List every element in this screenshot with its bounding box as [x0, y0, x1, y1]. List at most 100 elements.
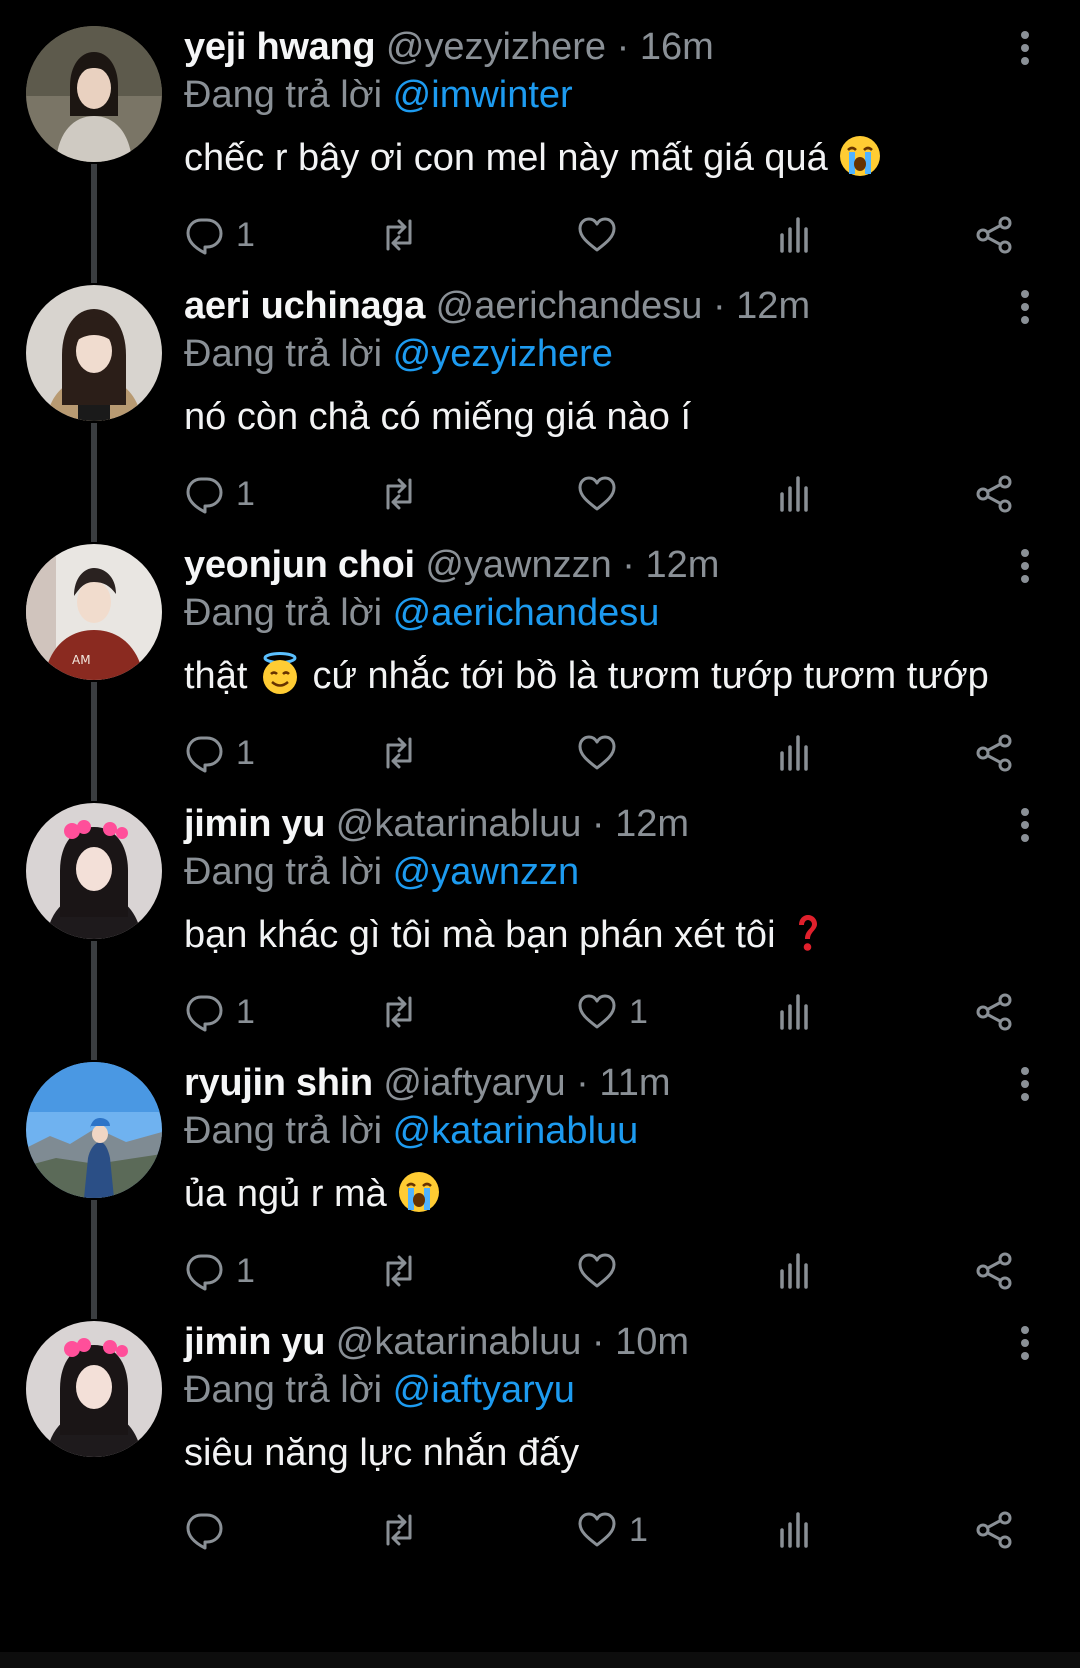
display-name[interactable]: jimin yu	[184, 1321, 325, 1363]
share-button[interactable]	[974, 210, 1014, 260]
share-button[interactable]	[974, 1246, 1014, 1296]
display-name[interactable]: yeonjun choi	[184, 544, 415, 586]
tweet-header: jimin yu @katarinabluu · 10m	[184, 1317, 689, 1367]
more-options-icon[interactable]	[1010, 1323, 1040, 1363]
like-button[interactable]	[577, 728, 629, 778]
reply-button[interactable]: 1	[184, 987, 255, 1037]
timestamp[interactable]: 12m	[615, 803, 689, 845]
retweet-button[interactable]	[379, 469, 419, 519]
like-button[interactable]: 1	[577, 1505, 648, 1555]
reply-button[interactable]	[184, 1505, 236, 1555]
smiling-face-with-halo-icon	[258, 652, 302, 696]
tweet-4[interactable]: jimin yu @katarinabluu · 12m Đang trả lờ…	[0, 777, 1080, 1060]
user-handle[interactable]: @iaftyaryu	[383, 1062, 565, 1104]
views-button[interactable]	[776, 469, 816, 519]
like-button[interactable]	[577, 469, 629, 519]
timestamp[interactable]: 11m	[599, 1062, 670, 1104]
heart-icon	[578, 1253, 616, 1288]
share-button[interactable]	[974, 469, 1014, 519]
views-button[interactable]	[776, 987, 816, 1037]
user-handle[interactable]: @aerichandesu	[436, 285, 703, 327]
action-bar: 1	[184, 210, 1024, 260]
avatar-6[interactable]	[26, 1321, 162, 1457]
avatar-5[interactable]	[26, 1062, 162, 1198]
action-bar: 1	[184, 1505, 1024, 1555]
share-icon	[976, 1252, 1012, 1290]
reply-icon	[186, 218, 223, 255]
tweet-text: bạn khác gì tôi mà bạn phán xét tôi	[184, 909, 830, 961]
retweet-button[interactable]	[379, 987, 419, 1037]
replying-to-mention[interactable]: @aerichandesu	[393, 592, 660, 634]
replying-to-label: Đang trả lời	[184, 1369, 383, 1411]
tweet-header: yeonjun choi @yawnzzn · 12m	[184, 540, 719, 590]
replying-to-mention[interactable]: @katarinabluu	[393, 1110, 639, 1152]
reply-button[interactable]: 1	[184, 1246, 255, 1296]
reply-button[interactable]: 1	[184, 728, 255, 778]
user-handle[interactable]: @katarinabluu	[336, 1321, 582, 1363]
avatar-1[interactable]	[26, 26, 162, 162]
user-handle[interactable]: @yawnzzn	[425, 544, 611, 586]
loudly-crying-face-icon	[397, 1170, 441, 1214]
tweet-text-main: bạn khác gì tôi mà bạn phán xét tôi	[184, 914, 776, 956]
avatar-4[interactable]	[26, 803, 162, 939]
separator-dot: ·	[591, 803, 605, 845]
retweet-button[interactable]	[379, 1505, 419, 1555]
heart-icon	[578, 1512, 616, 1547]
views-button[interactable]	[776, 210, 816, 260]
display-name[interactable]: jimin yu	[184, 803, 325, 845]
tweet-3[interactable]: AM yeonjun choi @yawnzzn · 12m Đang trả …	[0, 518, 1080, 801]
replying-to-mention[interactable]: @yezyizhere	[393, 333, 613, 375]
share-button[interactable]	[974, 728, 1014, 778]
replying-to-mention[interactable]: @yawnzzn	[393, 851, 579, 893]
tweet-1[interactable]: yeji hwang @yezyizhere · 16m Đang trả lờ…	[0, 0, 1080, 283]
share-icon	[976, 216, 1012, 254]
share-button[interactable]	[974, 1505, 1014, 1555]
more-options-icon[interactable]	[1010, 546, 1040, 586]
tweet-header: yeji hwang @yezyizhere · 16m	[184, 22, 714, 72]
user-handle[interactable]: @katarinabluu	[336, 803, 582, 845]
display-name[interactable]: ryujin shin	[184, 1062, 373, 1104]
like-button[interactable]: 1	[577, 987, 648, 1037]
views-button[interactable]	[776, 1246, 816, 1296]
retweet-button[interactable]	[379, 1246, 419, 1296]
more-options-icon[interactable]	[1010, 805, 1040, 845]
timestamp[interactable]: 16m	[640, 26, 714, 68]
retweet-button[interactable]	[379, 728, 419, 778]
reply-button[interactable]: 1	[184, 210, 255, 260]
timestamp[interactable]: 12m	[736, 285, 810, 327]
more-options-icon[interactable]	[1010, 1064, 1040, 1104]
display-name[interactable]: yeji hwang	[184, 26, 376, 68]
replying-to-mention[interactable]: @imwinter	[393, 74, 573, 116]
reply-count: 1	[236, 992, 255, 1031]
display-name[interactable]: aeri uchinaga	[184, 285, 425, 327]
views-button[interactable]	[776, 728, 816, 778]
reply-button[interactable]: 1	[184, 469, 255, 519]
more-options-icon[interactable]	[1010, 28, 1040, 68]
reply-icon	[186, 736, 223, 773]
user-handle[interactable]: @yezyizhere	[386, 26, 606, 68]
tweet-header: ryujin shin @iaftyaryu · 11m	[184, 1058, 671, 1108]
analytics-icon	[780, 1253, 808, 1289]
timestamp[interactable]: 12m	[646, 544, 720, 586]
tweet-5[interactable]: ryujin shin @iaftyaryu · 11m Đang trả lờ…	[0, 1036, 1080, 1319]
heart-icon	[578, 994, 616, 1029]
heart-icon	[578, 735, 616, 770]
replying-to-mention[interactable]: @iaftyaryu	[393, 1369, 575, 1411]
avatar-2[interactable]	[26, 285, 162, 421]
tweet-2[interactable]: aeri uchinaga @aerichandesu · 12m Đang t…	[0, 259, 1080, 542]
views-button[interactable]	[776, 1505, 816, 1555]
like-button[interactable]	[577, 1246, 629, 1296]
timestamp[interactable]: 10m	[615, 1321, 689, 1363]
more-options-icon[interactable]	[1010, 287, 1040, 327]
replying-to: Đang trả lời @yawnzzn	[184, 847, 579, 897]
retweet-button[interactable]	[379, 210, 419, 260]
share-icon	[976, 1511, 1012, 1549]
share-button[interactable]	[974, 987, 1014, 1037]
tweet-6[interactable]: jimin yu @katarinabluu · 10m Đang trả lờ…	[0, 1295, 1080, 1571]
tweet-header: jimin yu @katarinabluu · 12m	[184, 799, 689, 849]
like-button[interactable]	[577, 210, 629, 260]
reply-icon	[186, 1513, 223, 1550]
avatar-3[interactable]: AM	[26, 544, 162, 680]
replying-to: Đang trả lời @imwinter	[184, 70, 573, 120]
tweet-header: aeri uchinaga @aerichandesu · 12m	[184, 281, 810, 331]
